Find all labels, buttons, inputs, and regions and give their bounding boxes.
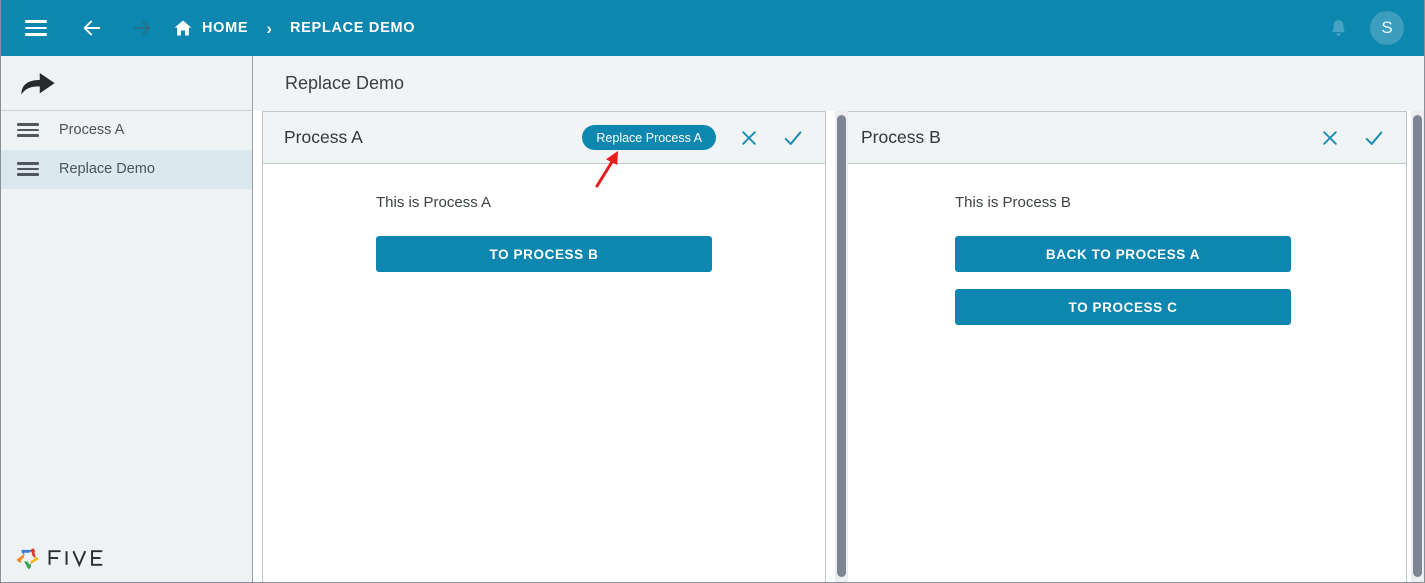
sidebar-header: [1, 56, 252, 111]
sidebar-item-replace-demo[interactable]: Replace Demo: [1, 150, 252, 189]
replace-process-a-button[interactable]: Replace Process A: [582, 125, 716, 150]
back-to-process-a-button[interactable]: BACK TO PROCESS A: [955, 236, 1291, 272]
five-logo-text: [48, 550, 103, 568]
sidebar: Process A Replace Demo: [1, 56, 253, 582]
to-process-c-button[interactable]: TO PROCESS C: [955, 289, 1291, 325]
sidebar-item-label: Replace Demo: [59, 161, 155, 177]
arrow-left-icon: [83, 20, 101, 36]
page-title-bar: Replace Demo: [253, 56, 1424, 111]
sidebar-item-process-a[interactable]: Process A: [1, 111, 252, 150]
panes-container: Process A Replace Process A This is Proc…: [253, 111, 1424, 582]
pane-a-confirm-button[interactable]: [778, 123, 808, 153]
to-process-b-button[interactable]: TO PROCESS B: [376, 236, 712, 272]
breadcrumb-home[interactable]: HOME: [173, 18, 248, 38]
pane-process-b: Process B This is Process B BACK TO PROC…: [839, 111, 1407, 582]
pane-a-title: Process A: [284, 127, 363, 147]
menu-toggle-button[interactable]: [19, 11, 53, 45]
breadcrumb-separator: ›: [266, 18, 272, 38]
pane-a-content: This is Process A TO PROCESS B: [376, 194, 712, 289]
bell-icon: [1331, 19, 1345, 36]
pane-a-scrollbar-thumb[interactable]: [837, 115, 846, 577]
hamburger-icon: [17, 162, 39, 176]
sidebar-nav: Process A Replace Demo: [1, 111, 252, 189]
forward-button[interactable]: [125, 11, 159, 45]
check-icon: [1365, 130, 1383, 145]
pane-b-close-button[interactable]: [1315, 123, 1345, 153]
page-title: Replace Demo: [285, 73, 405, 93]
close-x-icon: [1323, 130, 1337, 145]
share-arrow-icon[interactable]: [17, 68, 59, 98]
home-icon: [174, 20, 192, 36]
pane-a-scrollbar-track[interactable]: [835, 111, 848, 582]
pane-a-body: This is Process A TO PROCESS B: [263, 164, 825, 582]
pane-b-confirm-button[interactable]: [1359, 123, 1389, 153]
pane-b-title: Process B: [861, 127, 941, 147]
pane-a-text: This is Process A: [376, 194, 492, 211]
close-x-icon: [742, 130, 756, 145]
pane-b-header: Process B: [840, 112, 1406, 164]
hamburger-icon: [25, 20, 47, 36]
avatar-initial: S: [1381, 18, 1393, 37]
pane-b-scrollbar-track[interactable]: [1411, 111, 1424, 582]
user-avatar[interactable]: S: [1370, 11, 1404, 45]
body-row: Process A Replace Demo Replace Demo Proc…: [1, 56, 1424, 582]
breadcrumb-home-label: HOME: [202, 20, 249, 36]
top-app-bar: HOME › REPLACE DEMO S: [1, 0, 1424, 56]
check-icon: [784, 130, 802, 145]
pane-a-header: Process A Replace Process A: [263, 112, 825, 164]
pane-b-body: This is Process B BACK TO PROCESS A TO P…: [840, 164, 1406, 582]
pane-b-scrollbar-thumb[interactable]: [1413, 115, 1422, 577]
back-button[interactable]: [75, 11, 109, 45]
pane-b-text: This is Process B: [955, 194, 1071, 211]
pane-process-a: Process A Replace Process A This is Proc…: [262, 111, 826, 582]
sidebar-footer-logo: [1, 534, 252, 582]
content-area: Replace Demo Process A Replace Process A: [253, 56, 1424, 582]
five-logo-mark-icon: [16, 548, 39, 570]
sidebar-item-label: Process A: [59, 122, 125, 138]
arrow-right-icon: [133, 20, 151, 36]
notifications-button[interactable]: [1320, 10, 1356, 46]
breadcrumb-current: REPLACE DEMO: [289, 20, 416, 36]
pane-a-close-button[interactable]: [734, 123, 764, 153]
hamburger-icon: [17, 123, 39, 137]
pane-b-content: This is Process B BACK TO PROCESS A TO P…: [955, 194, 1291, 342]
app-window: HOME › REPLACE DEMO S Process A Replace …: [0, 0, 1425, 583]
